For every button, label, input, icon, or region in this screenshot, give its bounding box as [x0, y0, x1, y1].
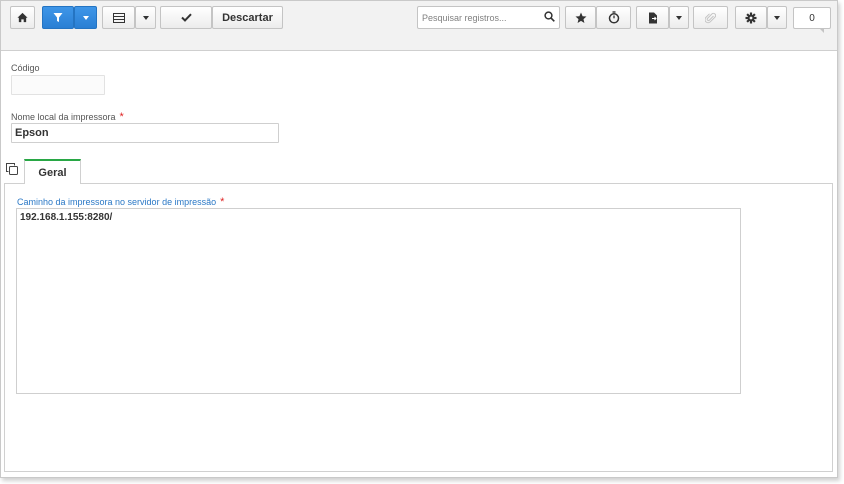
printer-path-textarea[interactable]: 192.168.1.155:8280/ — [16, 208, 741, 394]
printer-path-label-text: Caminho da impressora no servidor de imp… — [17, 197, 217, 207]
home-button[interactable] — [10, 6, 35, 29]
filter-dropdown-button[interactable] — [74, 6, 97, 29]
export-document-icon — [648, 12, 657, 23]
star-icon — [575, 12, 586, 23]
settings-dropdown-button[interactable] — [767, 6, 787, 29]
save-button[interactable] — [160, 6, 212, 29]
chevron-down-icon — [82, 15, 89, 20]
settings-button[interactable] — [735, 6, 767, 29]
toolbar: Descartar Pesquisar registros... 0 — [1, 1, 837, 51]
required-marker: * — [220, 196, 225, 208]
window-frame: Descartar Pesquisar registros... 0 Códig… — [0, 0, 838, 478]
home-icon — [17, 12, 28, 23]
printer-name-label: Nome local da impressora * — [11, 111, 124, 123]
discard-button-label: Descartar — [222, 11, 273, 24]
favorite-button[interactable] — [565, 6, 596, 29]
code-label: Código — [11, 63, 40, 73]
paperclip-icon — [705, 12, 716, 23]
view-mode-dropdown-button[interactable] — [135, 6, 156, 29]
stopwatch-icon — [608, 11, 619, 24]
required-marker: * — [119, 111, 124, 123]
search-input[interactable] — [418, 7, 538, 28]
attachment-button[interactable] — [693, 6, 728, 29]
list-view-icon — [112, 12, 125, 23]
export-button[interactable] — [636, 6, 669, 29]
gear-icon — [745, 12, 757, 23]
checkmark-icon — [180, 13, 192, 22]
search-box[interactable] — [417, 6, 560, 29]
search-icon[interactable] — [544, 11, 555, 25]
chevron-down-icon — [774, 15, 780, 20]
code-field[interactable] — [11, 75, 105, 95]
tab-general[interactable]: Geral — [24, 159, 81, 184]
chevron-down-icon — [676, 15, 682, 20]
record-count-badge: 0 — [793, 7, 831, 33]
timer-button[interactable] — [596, 6, 631, 29]
printer-path-label: Caminho da impressora no servidor de imp… — [17, 196, 224, 208]
filter-icon — [53, 13, 63, 22]
printer-name-label-text: Nome local da impressora — [11, 112, 116, 122]
printer-name-field[interactable] — [11, 123, 279, 143]
copy-icon[interactable] — [6, 163, 18, 178]
view-mode-button[interactable] — [102, 6, 135, 29]
chevron-down-icon — [142, 15, 149, 20]
discard-button[interactable]: Descartar — [212, 6, 283, 29]
filter-button[interactable] — [42, 6, 74, 29]
export-dropdown-button[interactable] — [669, 6, 689, 29]
